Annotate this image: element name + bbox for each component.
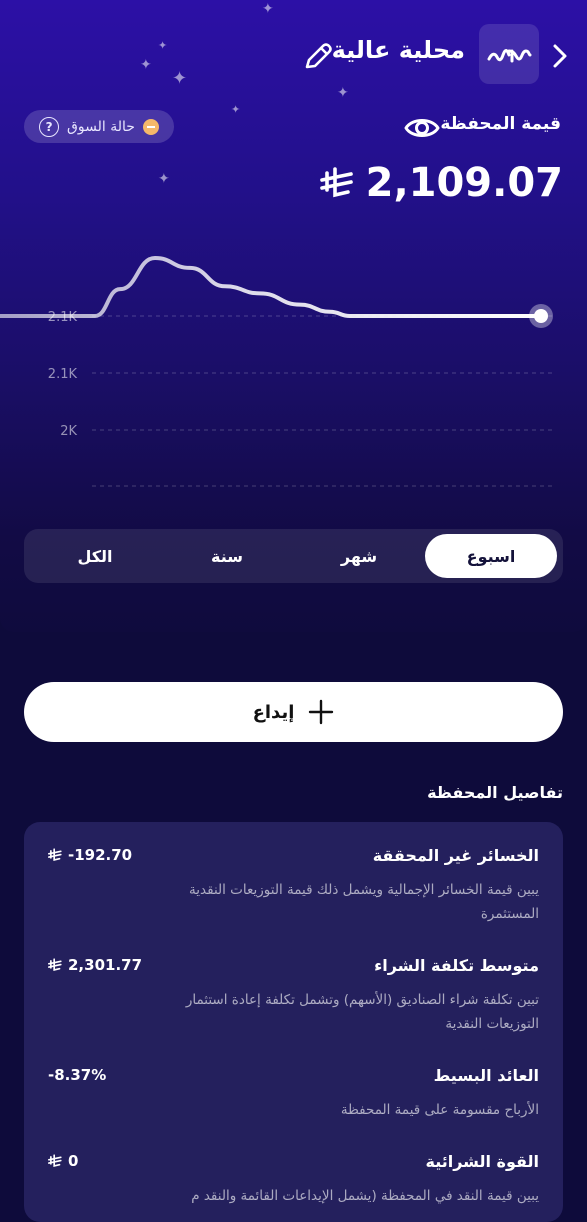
chart-y-tick-label: 2K xyxy=(60,424,77,439)
simple-return-value: -8.37% xyxy=(48,1066,106,1084)
portfolio-value-label: قيمة المحفظة xyxy=(440,114,561,134)
chart-series-line xyxy=(0,256,543,318)
deposit-label: إيداع xyxy=(252,701,295,723)
simple-return-title: العائد البسيط xyxy=(433,1066,539,1085)
star-icon: ✦ xyxy=(337,85,349,101)
star-icon: ✦ xyxy=(172,68,188,89)
portfolio-details-card: الخسائر غير المحققة -192.70 يبين قيمة ال… xyxy=(24,822,563,1222)
riyal-icon xyxy=(48,958,62,971)
star-icon: ✦ xyxy=(140,57,152,73)
chart-y-tick-label: 2.1K xyxy=(48,367,78,382)
period-month-tab[interactable]: شهر xyxy=(293,534,425,578)
buying-power-amount: 0 xyxy=(68,1152,79,1170)
wave-logo-icon xyxy=(487,49,532,63)
toggle-visibility-button[interactable] xyxy=(403,112,441,144)
star-icon: ✦ xyxy=(158,39,168,52)
riyal-icon xyxy=(319,167,353,198)
star-icon: ✦ xyxy=(262,1,274,17)
market-status-pill[interactable]: ? حالة السوق xyxy=(24,110,174,143)
buying-power-title: القوة الشرائية xyxy=(425,1152,539,1171)
average-cost-value: 2,301.77 xyxy=(48,956,142,974)
star-icon: ✦ xyxy=(231,103,241,116)
unrealized-losses-amount: -192.70 xyxy=(68,846,133,864)
simple-return-desc: الأرباح مقسومة على قيمة المحفظة xyxy=(340,1102,539,1118)
plus-icon xyxy=(309,699,334,725)
portfolio-chart: 2.1K2.1K2K xyxy=(0,256,556,487)
fund-logo xyxy=(479,24,539,84)
chevron-right-icon xyxy=(553,44,567,68)
period-selector: اسبوع شهر سنة الكل xyxy=(24,529,563,583)
unrealized-losses-desc: يبين قيمة الخسائر الإجمالية ويشمل ذلك قي… xyxy=(189,882,539,922)
portfolio-details-title: تفاصيل المحفظة xyxy=(427,783,563,802)
period-week-tab[interactable]: اسبوع xyxy=(425,534,557,578)
simple-return-amount: -8.37% xyxy=(48,1066,107,1084)
average-cost-desc: تبين تكلفة شراء الصناديق (الأسهم) وتشمل … xyxy=(185,992,539,1032)
market-status-indicator xyxy=(142,118,159,135)
market-status-label: حالة السوق xyxy=(67,118,135,135)
back-button[interactable] xyxy=(547,36,573,76)
eye-icon xyxy=(404,119,440,137)
buying-power-value: 0 xyxy=(48,1152,78,1170)
buying-power-desc: يبين قيمة النقد في المحفظة (يشمل الإيداع… xyxy=(191,1188,539,1204)
deposit-button[interactable]: إيداع xyxy=(24,682,563,742)
unrealized-losses-title: الخسائر غير المحققة xyxy=(372,846,539,865)
chart-current-point-core xyxy=(534,309,548,323)
pencil-icon xyxy=(305,43,332,69)
help-icon[interactable]: ? xyxy=(39,116,60,137)
page-title: محلية عالية xyxy=(331,36,465,64)
portfolio-value-amount: 2,109.07 xyxy=(365,160,563,206)
edit-button[interactable] xyxy=(302,40,334,72)
star-icon: ✦ xyxy=(158,171,170,187)
period-all-tab[interactable]: الكل xyxy=(29,534,161,578)
portfolio-value: 2,109.07 xyxy=(319,160,563,206)
period-year-tab[interactable]: سنة xyxy=(161,534,293,578)
riyal-icon xyxy=(48,848,62,861)
riyal-icon xyxy=(48,1154,62,1167)
unrealized-losses-value: -192.70 xyxy=(48,846,132,864)
average-cost-title: متوسط تكلفة الشراء xyxy=(374,956,539,975)
average-cost-amount: 2,301.77 xyxy=(68,956,143,974)
